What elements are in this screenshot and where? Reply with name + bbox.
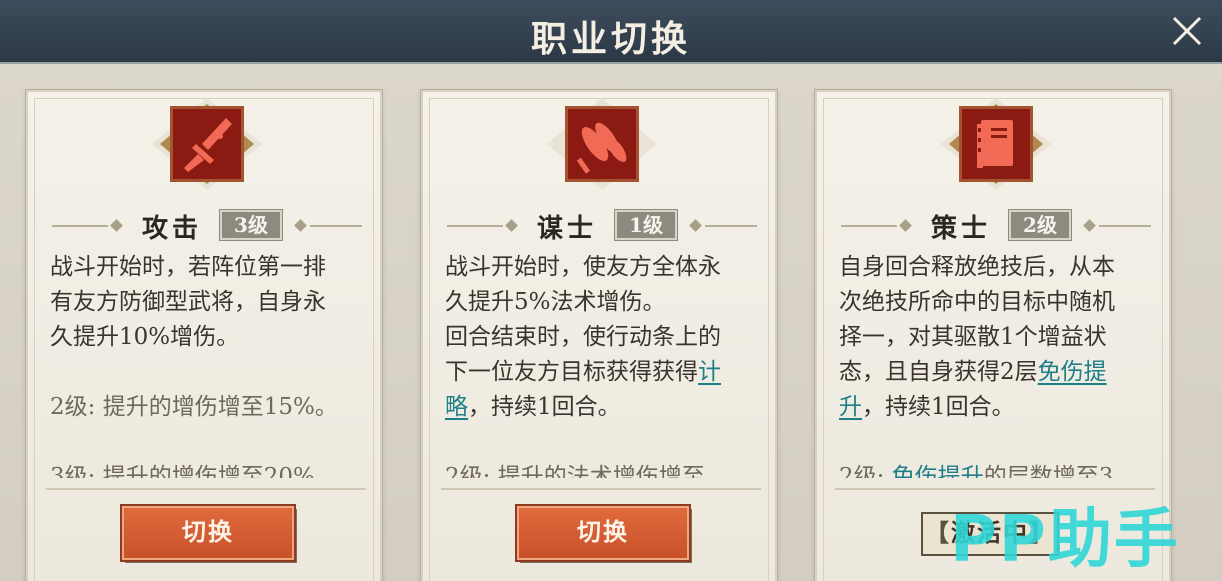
keyword-link[interactable]: 升 [839,394,862,420]
book-icon [941,98,1051,190]
divider [46,488,366,490]
ornament-icon [505,219,518,232]
watermark: PP助手 [950,503,1180,577]
divider [441,488,761,490]
header-bar: 职业切换 [0,0,1222,64]
keyword-link[interactable]: 计 [698,359,721,385]
level-badge: 1级 [614,209,678,241]
switch-button[interactable]: 切换 [120,504,296,562]
feather-claw-icon [547,98,657,190]
keyword-link[interactable]: 略 [445,394,468,420]
class-description: 战斗开始时，使友方全体永 久提升5%法术增伤。 回合结束时，使行动条上的 下一位… [445,254,721,478]
class-name: 攻击 [142,214,203,244]
sword-icon [152,98,262,190]
level-badge: 3级 [219,209,283,241]
ornament-icon [1083,219,1096,232]
close-icon[interactable] [1170,14,1204,48]
switch-button[interactable]: 切换 [515,504,691,562]
keyword-link[interactable]: 免伤提升 [892,464,984,478]
ornament-icon [899,219,912,232]
class-description: 自身回合释放绝技后，从本 次绝技所命中的目标中随机 择一，对其驱散1个增益状 态… [839,250,1151,478]
class-name: 谋士 [537,214,598,244]
ornament-icon [689,219,702,232]
level-badge: 2级 [1008,209,1072,241]
class-description: 战斗开始时，若阵位第一排 有友方防御型武将，自身永 久提升10%增伤。 2级: … [50,254,338,478]
class-card-strategist: 谋士 1级 战斗开始时，使友方全体永 久提升5%法术增伤。 回合结束时，使行动条… [421,90,777,581]
class-card-attack: 攻击 3级 战斗开始时，若阵位第一排 有友方防御型武将，自身永 久提升10%增伤… [26,90,382,581]
page-title: 职业切换 [530,18,691,60]
keyword-link[interactable]: 免伤提 [1038,359,1107,385]
ornament-icon [110,219,123,232]
ornament-icon [294,219,307,232]
class-name: 策士 [931,214,992,244]
